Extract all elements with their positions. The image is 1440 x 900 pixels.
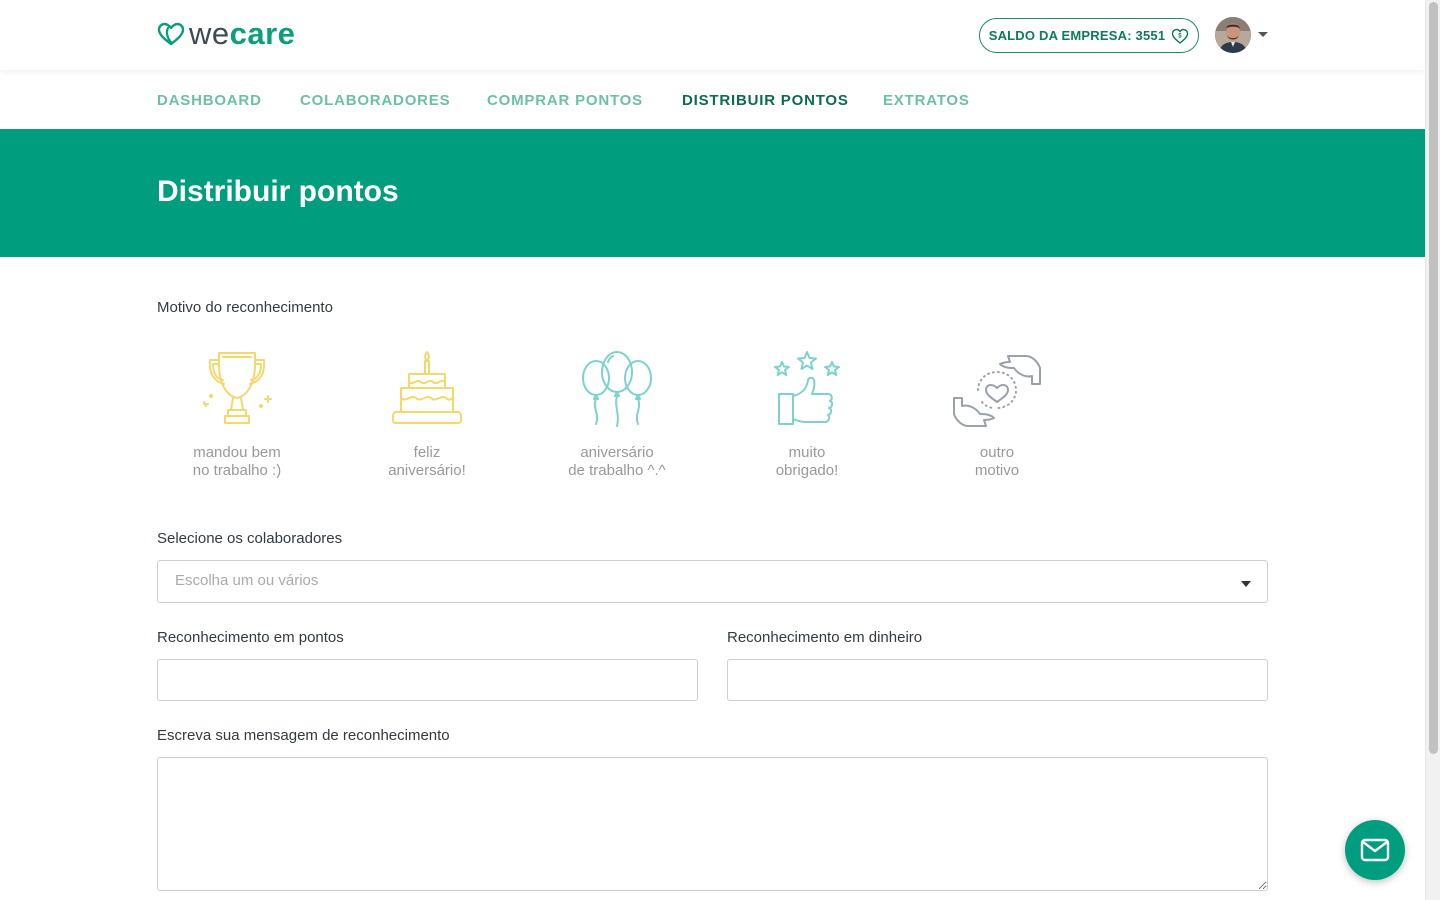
money-label: Reconhecimento em dinheiro xyxy=(727,629,923,646)
chevron-down-icon xyxy=(1241,581,1251,587)
heart-coin-icon: $ xyxy=(1172,28,1189,44)
hands-heart-icon xyxy=(953,355,1041,427)
reason-caption-line1: outro xyxy=(979,444,1015,461)
logo-text-care: care xyxy=(229,16,296,51)
company-balance-text: SALDO DA EMPRESA: 3551 xyxy=(988,28,1166,43)
trophy-icon xyxy=(203,352,272,424)
collaborators-label: Selecione os colaboradores xyxy=(157,530,343,547)
points-input[interactable] xyxy=(157,659,698,701)
top-header: we care SALDO DA EMPRESA: 3551 $ xyxy=(0,0,1425,70)
user-avatar[interactable] xyxy=(1215,17,1251,53)
reason-label: Motivo do reconhecimento xyxy=(157,299,333,316)
reason-caption-line2: de trabalho ^.^ xyxy=(568,462,666,479)
reason-caption: muito obrigado! xyxy=(737,444,877,480)
page-scrollbar[interactable] xyxy=(1425,0,1440,900)
thumbs-up-stars-icon xyxy=(774,351,840,425)
page-banner: Distribuir pontos xyxy=(0,129,1425,257)
reason-caption-line1: muito xyxy=(788,444,826,461)
reason-caption-line2: aniversário! xyxy=(388,462,466,479)
user-menu-caret-icon[interactable] xyxy=(1258,32,1268,37)
balloons-icon xyxy=(582,351,652,427)
heart-logo-icon xyxy=(157,22,185,46)
nav-distribuir-pontos[interactable]: DISTRIBUIR PONTOS xyxy=(682,92,849,109)
message-textarea[interactable] xyxy=(157,757,1268,891)
mail-icon xyxy=(1360,838,1390,862)
reason-caption-line1: feliz xyxy=(413,444,441,461)
reason-option-other[interactable]: outro motivo xyxy=(927,350,1067,480)
reason-caption-line1: mandou bem xyxy=(193,444,281,461)
reason-caption-line2: no trabalho :) xyxy=(192,462,282,479)
money-input[interactable] xyxy=(727,659,1268,701)
reason-caption-line2: obrigado! xyxy=(775,462,839,479)
reason-option-thank-you[interactable]: muito obrigado! xyxy=(737,350,877,480)
points-label: Reconhecimento em pontos xyxy=(157,629,344,646)
contact-button[interactable] xyxy=(1345,820,1405,880)
birthday-cake-icon xyxy=(392,351,462,424)
reason-caption: outro motivo xyxy=(927,444,1067,480)
collaborators-placeholder: Escolha um ou vários xyxy=(175,572,319,589)
reason-caption-line1: aniversário xyxy=(580,444,654,461)
collaborators-select[interactable]: Escolha um ou vários xyxy=(157,560,1268,603)
reason-option-work-anniversary[interactable]: aniversário de trabalho ^.^ xyxy=(547,350,687,480)
app-window: we care SALDO DA EMPRESA: 3551 $ DASHBOAR xyxy=(0,0,1425,900)
nav-comprar-pontos[interactable]: COMPRAR PONTOS xyxy=(487,92,643,109)
nav-extratos[interactable]: EXTRATOS xyxy=(883,92,970,109)
nav-colaboradores[interactable]: COLABORADORES xyxy=(300,92,450,109)
reason-caption: mandou bem no trabalho :) xyxy=(167,444,307,480)
reason-caption: feliz aniversário! xyxy=(357,444,497,480)
company-balance-badge[interactable]: SALDO DA EMPRESA: 3551 $ xyxy=(979,18,1199,53)
message-label: Escreva sua mensagem de reconhecimento xyxy=(157,727,450,744)
page-title: Distribuir pontos xyxy=(157,175,399,208)
svg-text:$: $ xyxy=(1179,33,1183,39)
logo-text-we: we xyxy=(189,16,230,51)
wecare-logo[interactable]: we care xyxy=(157,16,295,52)
reason-caption: aniversário de trabalho ^.^ xyxy=(547,444,687,480)
avatar-photo-icon xyxy=(1215,17,1251,53)
reason-option-birthday[interactable]: feliz aniversário! xyxy=(357,350,497,480)
reason-option-good-work[interactable]: mandou bem no trabalho :) xyxy=(167,350,307,480)
nav-dashboard[interactable]: DASHBOARD xyxy=(157,92,262,109)
scrollbar-thumb[interactable] xyxy=(1429,2,1438,754)
main-nav: DASHBOARD COLABORADORES COMPRAR PONTOS D… xyxy=(0,70,1425,129)
reason-caption-line2: motivo xyxy=(974,462,1020,479)
